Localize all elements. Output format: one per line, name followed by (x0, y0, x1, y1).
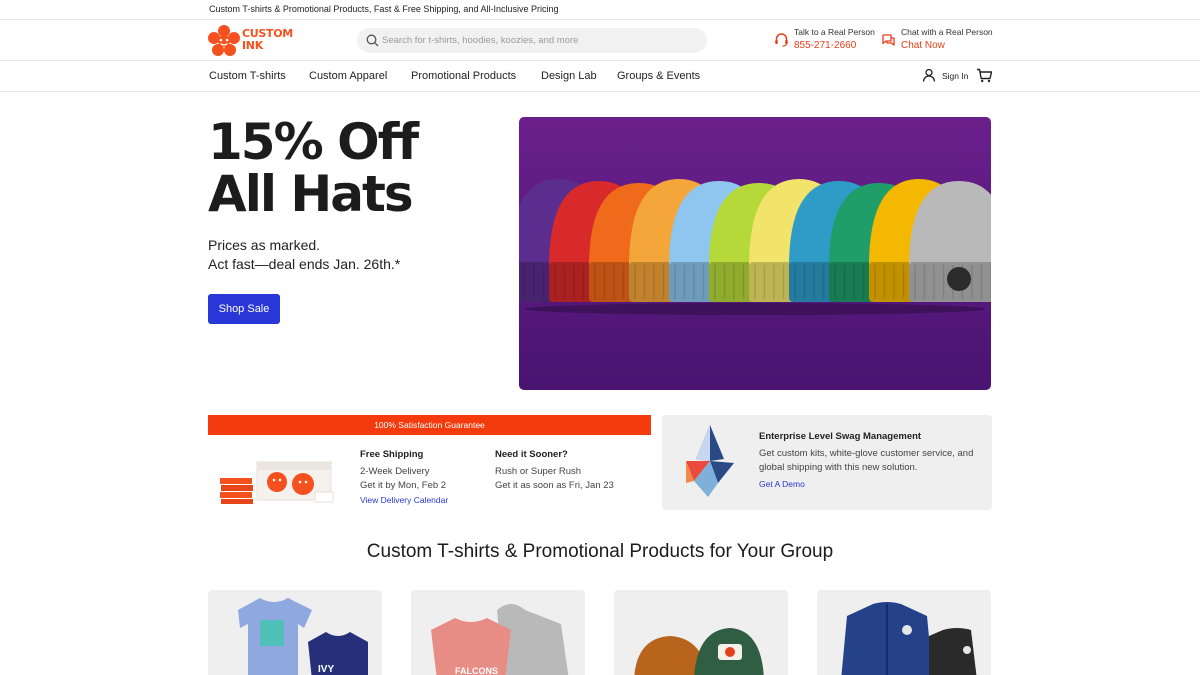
rush-shipping-title: Need it Sooner? (495, 449, 568, 460)
phone-label: Talk to a Real Person (794, 27, 875, 37)
user-icon (922, 68, 936, 82)
hero-title-line2: All Hats (208, 165, 414, 223)
jackets-image (841, 602, 977, 675)
nav-item-custom-t-shirts[interactable]: Custom T-shirts (209, 70, 286, 82)
free-shipping-title: Free Shipping (360, 449, 424, 460)
announcement-text: Custom T-shirts & Promotional Products, … (209, 4, 559, 14)
enterprise-title: Enterprise Level Swag Management (759, 431, 922, 442)
phone-number[interactable]: 855-271-2660 (794, 40, 856, 51)
nav-item-custom-apparel[interactable]: Custom Apparel (309, 70, 387, 82)
get-a-demo-link[interactable]: Get A Demo (759, 479, 805, 489)
free-shipping-line1: 2-Week Delivery (360, 466, 430, 477)
search-input[interactable] (382, 28, 697, 53)
hero-sub-line1: Prices as marked. (208, 237, 321, 253)
hero-subtitle: Prices as marked. Act fast—deal ends Jan… (208, 236, 400, 274)
beanie-shadow (525, 303, 985, 315)
custom-ink-logo[interactable]: CUSTOM INK (208, 25, 298, 57)
t-shirt-image: IVY (238, 598, 368, 675)
free-shipping-info: Free Shipping 2-Week Delivery Get it by … (360, 449, 448, 505)
chat-icon (882, 34, 895, 46)
chat-label: Chat with a Real Person (901, 27, 993, 37)
announcement-bar: Custom T-shirts & Promotional Products, … (0, 0, 1200, 20)
sign-in-label: Sign In (942, 71, 969, 81)
view-delivery-calendar-link[interactable]: View Delivery Calendar (360, 495, 448, 505)
satisfaction-guarantee-banner: 100% Satisfaction Guarantee (208, 415, 651, 435)
hoodie-image: FALCONS (431, 604, 569, 675)
hats-image (634, 628, 764, 675)
main-nav: Custom T-shirts Custom Apparel Promotion… (0, 61, 1200, 92)
search-bar (357, 28, 707, 53)
product-tile-hats[interactable] (614, 590, 788, 675)
enterprise-description: Get custom kits, white-glove customer se… (759, 448, 974, 473)
nav-item-groups-events[interactable]: Groups & Events (617, 70, 700, 82)
beanies-illustration (519, 179, 991, 315)
nav-item-design-lab[interactable]: Design Lab (541, 70, 597, 82)
headset-icon (775, 33, 788, 47)
product-tile-hoodies[interactable]: FALCONS (411, 590, 585, 675)
svg-text:FALCONS: FALCONS (455, 666, 498, 675)
shipping-boxes-image (220, 461, 334, 504)
logo-text: CUSTOM INK (242, 27, 293, 52)
enterprise-card: Enterprise Level Swag Management Get cus… (662, 415, 992, 510)
svg-text:IVY: IVY (318, 664, 334, 675)
rush-shipping-info: Need it Sooner? Rush or Super Rush Get i… (495, 449, 614, 492)
product-tile-t-shirts[interactable]: IVY (208, 590, 382, 675)
hero-title: 15% Off All Hats (208, 113, 419, 223)
rush-shipping-line1: Rush or Super Rush (495, 466, 582, 477)
beanie-patch-icon (947, 267, 971, 291)
chat-now-link[interactable]: Chat Now (901, 40, 945, 51)
hero-beanies-image[interactable] (519, 117, 991, 390)
enterprise-logo-icon (686, 425, 734, 497)
hero-title-line1: 15% Off (208, 113, 419, 171)
rush-shipping-line2: Get it as soon as Fri, Jan 23 (495, 479, 614, 491)
site-header: CUSTOM INK Talk to a Real Person 855-271… (0, 20, 1200, 61)
sign-in-link[interactable]: Sign In (922, 68, 968, 84)
nav-item-promotional-products[interactable]: Promotional Products (411, 70, 516, 82)
section-title: Custom T-shirts & Promotional Products f… (366, 541, 834, 562)
hero-sub-line2: Act fast—deal ends Jan. 26th.* (208, 256, 401, 272)
search-icon[interactable] (366, 34, 379, 47)
free-shipping-line2: Get it by Mon, Feb 2 (360, 479, 447, 491)
cart-icon[interactable] (976, 68, 993, 83)
shop-sale-button[interactable]: Shop Sale (208, 294, 280, 324)
logo-flower-icon (208, 25, 240, 56)
product-tile-jackets[interactable] (817, 590, 991, 675)
